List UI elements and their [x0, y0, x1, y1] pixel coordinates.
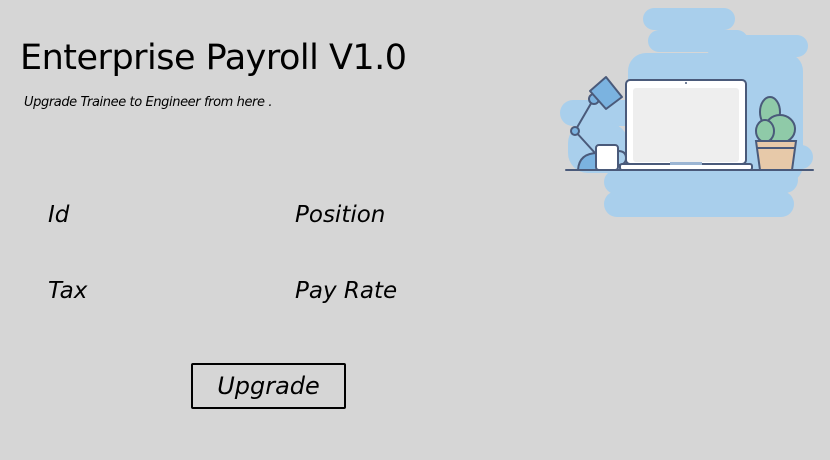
- laptop-icon: [619, 79, 753, 171]
- page-subtitle: Upgrade Trainee to Engineer from here .: [24, 95, 273, 110]
- id-label: Id: [48, 202, 70, 228]
- position-label: Position: [295, 202, 386, 228]
- pay-rate-label: Pay Rate: [295, 278, 398, 304]
- page-title: Enterprise Payroll V1.0: [20, 38, 407, 78]
- upgrade-button[interactable]: Upgrade: [191, 363, 346, 409]
- tax-label: Tax: [48, 278, 88, 304]
- workspace-illustration: [560, 8, 814, 217]
